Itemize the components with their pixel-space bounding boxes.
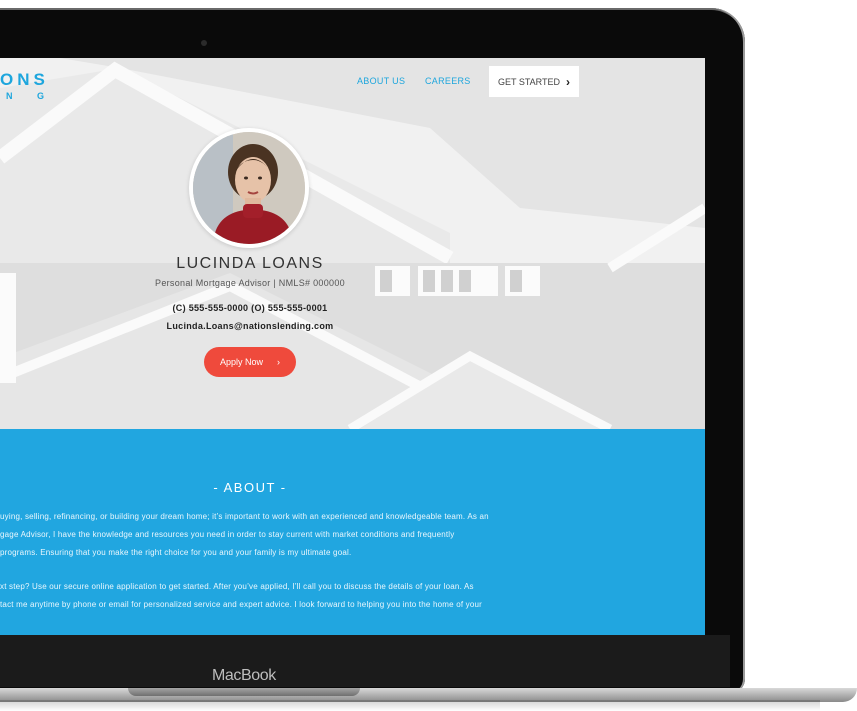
about-paragraph-line: uying, selling, refinancing, or building…	[0, 512, 489, 521]
device-brand-label: MacBook	[212, 667, 276, 684]
about-section: - ABOUT - uying, selling, refinancing, o…	[0, 429, 705, 635]
camera-dot	[201, 40, 207, 46]
advisor-title: Personal Mortgage Advisor | NMLS# 000000	[155, 278, 345, 288]
get-started-button[interactable]: GET STARTED ›	[489, 66, 579, 97]
house-background-image	[0, 58, 705, 429]
chevron-right-icon: ›	[277, 357, 281, 367]
laptop-base-notch	[128, 688, 360, 696]
apply-now-label: Apply Now	[219, 357, 264, 367]
profile-photo	[193, 132, 305, 244]
screen: ONS N G ABOUT US CAREERS GET STARTED › L…	[0, 58, 705, 635]
logo-text: ONS	[0, 70, 49, 89]
person-portrait-image	[193, 132, 305, 244]
advisor-name: LUCINDA LOANS	[176, 255, 324, 272]
hero-section: ONS N G ABOUT US CAREERS GET STARTED › L…	[0, 58, 705, 429]
laptop-chin	[0, 635, 730, 687]
avatar	[189, 128, 309, 248]
about-heading: - ABOUT -	[213, 480, 287, 495]
about-paragraph-line: gage Advisor, I have the knowledge and r…	[0, 530, 455, 539]
nav-about-us[interactable]: ABOUT US	[357, 76, 405, 86]
about-paragraph-line: xt step? Use our secure online applicati…	[0, 582, 474, 591]
advisor-email[interactable]: Lucinda.Loans@nationslending.com	[0, 321, 500, 331]
laptop-shadow	[0, 700, 820, 711]
about-paragraph-line: programs. Ensuring that you make the rig…	[0, 548, 352, 557]
apply-now-button[interactable]: Apply Now ›	[204, 347, 296, 377]
chevron-right-icon: ›	[566, 74, 570, 89]
nav-careers[interactable]: CAREERS	[425, 76, 471, 86]
logo-subtext: N G	[6, 91, 56, 101]
company-logo[interactable]: ONS N G	[0, 70, 56, 104]
about-paragraph-line: tact me anytime by phone or email for pe…	[0, 600, 483, 609]
advisor-phones[interactable]: (C) 555-555-0000 (O) 555-555-0001	[0, 303, 500, 313]
get-started-label: GET STARTED	[497, 76, 560, 87]
